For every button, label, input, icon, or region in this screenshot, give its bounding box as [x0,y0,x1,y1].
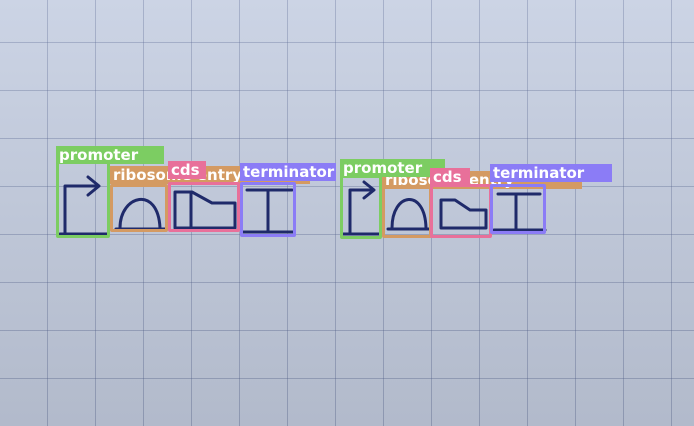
detection-label-cds: cds [168,161,206,179]
detection-label-cds: cds [430,168,470,186]
detection-box-cds [168,182,240,232]
detection-box-terminator [490,184,546,234]
detection-label-terminator: terminator [240,163,336,181]
photo-scene: promoter ribosome entry cds terminator promo… [0,0,694,426]
detection-box-terminator [240,182,296,237]
detection-box-ribosome-entry [110,184,168,232]
detection-label-promoter: promoter [56,146,164,164]
detection-box-ribosome-entry [382,186,432,238]
detection-box-promoter [56,160,110,238]
detection-box-cds [430,184,492,238]
detection-label-terminator: terminator [490,164,612,182]
detection-box-promoter [340,175,382,239]
